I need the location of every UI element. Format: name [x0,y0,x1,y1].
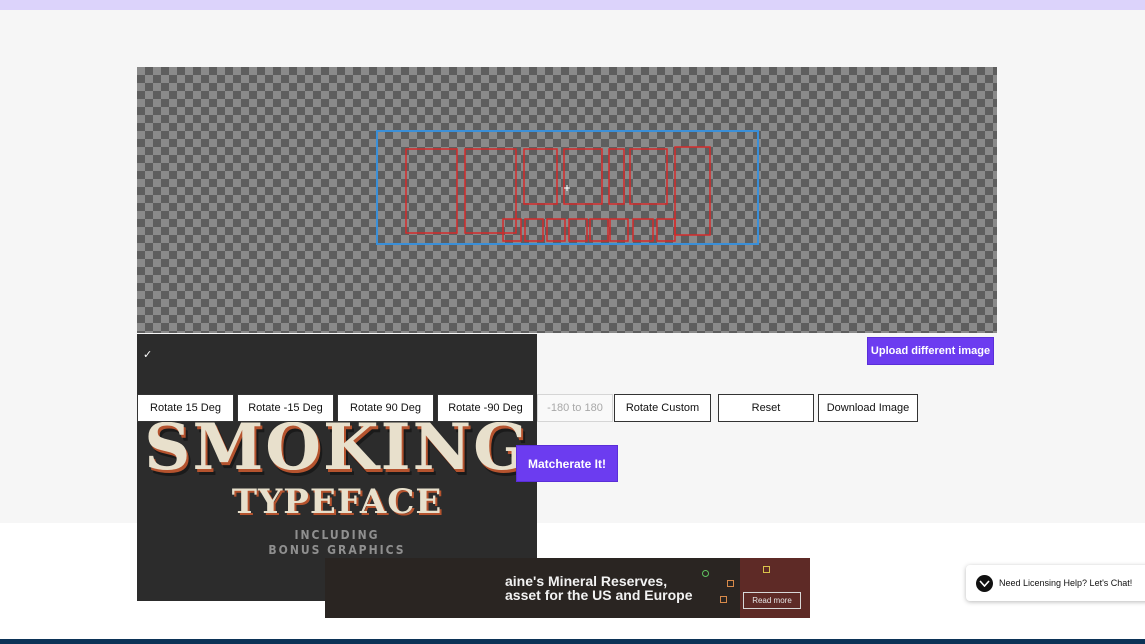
upload-different-image-button[interactable]: Upload different image [867,337,994,365]
detection-box[interactable] [608,148,625,205]
rotate-minus-15-button[interactable]: Rotate -15 Deg [237,394,334,422]
ad-title-secondary: TYPEFACE [231,482,443,522]
rotate-minus-90-button[interactable]: Rotate -90 Deg [437,394,534,422]
map-marker-icon [720,596,727,603]
detection-box[interactable] [629,148,668,205]
banner-headline-line2: asset for the US and Europe [505,587,693,603]
download-image-button[interactable]: Download Image [818,394,918,422]
crosshair-icon [564,185,570,191]
rotate-15-button[interactable]: Rotate 15 Deg [137,394,234,422]
rotate-degree-input[interactable] [537,394,613,422]
map-marker-icon [727,580,734,587]
detection-box[interactable] [523,148,558,205]
top-accent-bar [0,0,1145,10]
banner-read-more-button[interactable]: Read more [743,592,801,609]
map-marker-icon [763,566,770,573]
ad-subtitle-including: INCLUDING [294,528,380,542]
map-marker-icon [702,570,709,577]
licensing-chat-widget[interactable]: Need Licensing Help? Let's Chat! [966,565,1145,601]
detection-box[interactable] [524,218,544,242]
rotate-90-button[interactable]: Rotate 90 Deg [337,394,434,422]
detection-box[interactable] [546,218,566,242]
rotate-custom-button[interactable]: Rotate Custom [614,394,711,422]
chat-widget-label: Need Licensing Help? Let's Chat! [999,578,1133,588]
detection-box[interactable] [405,148,458,234]
matcherate-button[interactable]: Matcherate It! [516,445,618,482]
detection-box[interactable] [632,218,654,242]
canvas-overlay [376,130,759,245]
detection-box[interactable] [568,218,588,242]
banner-map-graphic [740,558,810,618]
news-banner-ad[interactable]: aine's Mineral Reserves, asset for the U… [325,558,810,618]
reset-button[interactable]: Reset [718,394,814,422]
detection-box[interactable] [609,218,629,242]
detection-box[interactable] [656,218,676,242]
detection-box[interactable] [589,218,609,242]
image-canvas[interactable] [137,67,997,333]
ad-subtitle-bonus: BONUS GRAPHICS [268,543,406,557]
detection-box[interactable] [464,148,517,234]
detection-box[interactable] [674,146,711,236]
detection-box[interactable] [563,148,603,205]
chat-bubble-icon [976,574,993,592]
checkmark-icon: ✓ [143,349,153,361]
detection-box[interactable] [502,218,522,242]
footer-bar [0,639,1145,644]
